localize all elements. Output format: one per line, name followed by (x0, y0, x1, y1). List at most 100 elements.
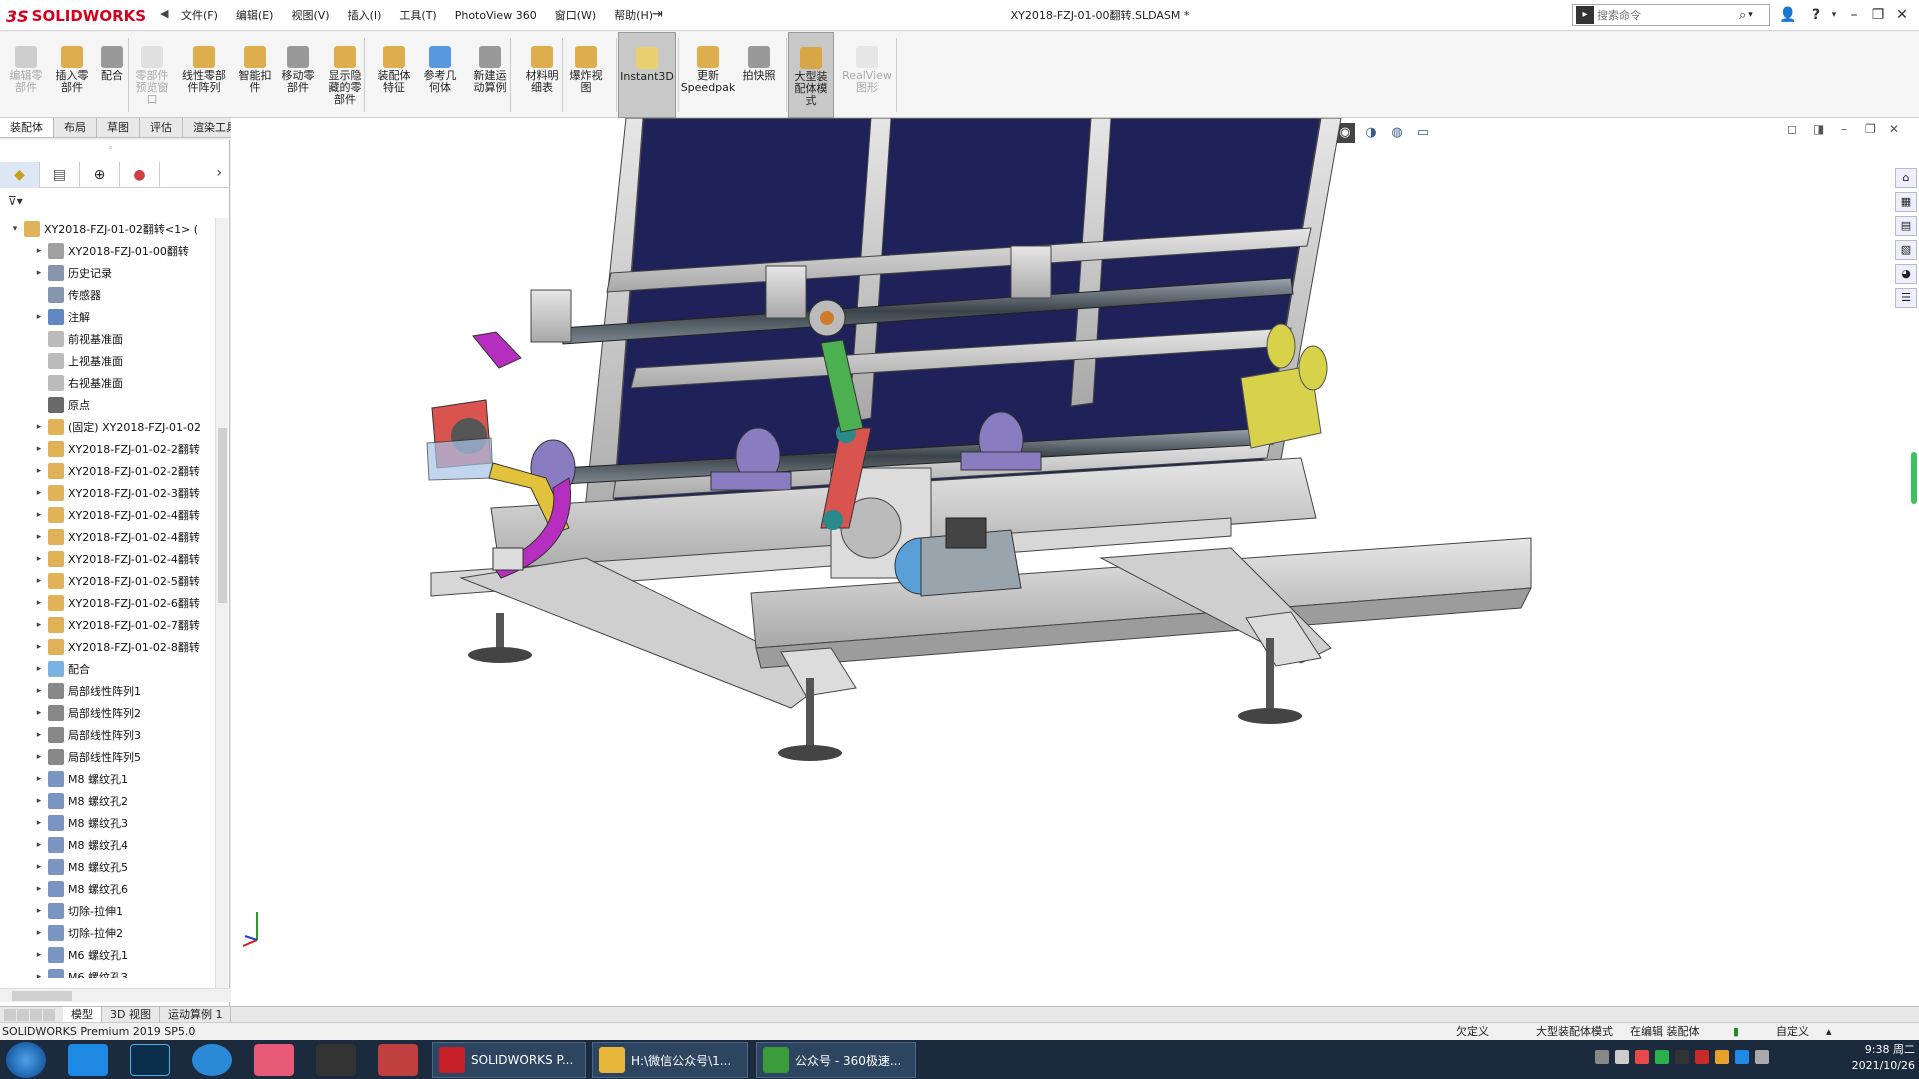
tree-node[interactable]: ▸ XY2018-FZJ-01-02-7翻转 (0, 614, 215, 636)
expand-arrow-icon[interactable]: ▸ (34, 730, 44, 740)
volume-icon[interactable] (1755, 1050, 1769, 1064)
tree-node[interactable]: 右视基准面 (0, 372, 215, 394)
menu-collapse-icon[interactable]: ◀ (160, 7, 168, 20)
tree-node[interactable]: ▸ XY2018-FZJ-01-02-2翻转 (0, 460, 215, 482)
tree-hscrollbar[interactable] (0, 988, 230, 1002)
tree-node[interactable]: ▸ 局部线性阵列5 (0, 746, 215, 768)
command-tab[interactable]: 布局 (54, 118, 97, 137)
tree-node[interactable]: ▸ 局部线性阵列2 (0, 702, 215, 724)
panel-grip-icon[interactable]: ◦ (108, 144, 113, 154)
expand-arrow-icon[interactable]: ▸ (34, 576, 44, 586)
expand-arrow-icon[interactable]: ▸ (34, 796, 44, 806)
ribbon-button[interactable]: 编辑零 部件 (6, 32, 46, 118)
expand-arrow-icon[interactable]: ▸ (34, 884, 44, 894)
expand-arrow-icon[interactable]: ▸ (34, 246, 44, 256)
expand-arrow-icon[interactable]: ▸ (34, 928, 44, 938)
expand-arrow-icon[interactable]: ▸ (34, 818, 44, 828)
menu-item[interactable]: 视图(V) (282, 0, 338, 31)
tray-obs-icon[interactable] (1675, 1050, 1689, 1064)
tree-node[interactable]: ▸ XY2018-FZJ-01-02-4翻转 (0, 548, 215, 570)
ribbon-button[interactable]: 更新 Speedpak (680, 32, 736, 118)
tree-node[interactable]: ▸ 注解 (0, 306, 215, 328)
tree-node[interactable]: ▸ (固定) XY2018-FZJ-01-02 (0, 416, 215, 438)
tree-node[interactable]: ▸ 局部线性阵列3 (0, 724, 215, 746)
tray-orange-icon[interactable] (1715, 1050, 1729, 1064)
tree-node[interactable]: ▸ XY2018-FZJ-01-02-6翻转 (0, 592, 215, 614)
expand-arrow-icon[interactable]: ▸ (34, 598, 44, 608)
tree-node[interactable]: ▸ XY2018-FZJ-01-02-8翻转 (0, 636, 215, 658)
ribbon-button[interactable]: 爆炸视 图 (566, 32, 606, 118)
menu-item[interactable]: 工具(T) (390, 0, 445, 31)
wechat-icon[interactable] (1655, 1050, 1669, 1064)
expand-arrow-icon[interactable]: ▸ (34, 774, 44, 784)
command-tab[interactable]: 草图 (97, 118, 140, 137)
tree-node[interactable]: ▸ XY2018-FZJ-01-02-4翻转 (0, 526, 215, 548)
user-icon[interactable]: 👤 (1776, 4, 1800, 26)
command-tab[interactable]: 评估 (140, 118, 183, 137)
tree-node[interactable]: ▸ M8 螺纹孔5 (0, 856, 215, 878)
pin-icon[interactable]: ⇥ (652, 7, 663, 22)
taskbar-app[interactable]: 公众号 - 360极速... (756, 1042, 916, 1078)
tree-node[interactable]: 传感器 (0, 284, 215, 306)
expand-arrow-icon[interactable]: ▸ (34, 554, 44, 564)
tree-node[interactable]: ▸ XY2018-FZJ-01-02-4翻转 (0, 504, 215, 526)
expand-arrow-icon[interactable]: ▾ (10, 224, 20, 234)
ribbon-button[interactable]: 大型装 配体模 式 (788, 32, 834, 118)
hscrollbar-thumb[interactable] (12, 991, 72, 1001)
ribbon-button[interactable]: 拍快照 (738, 32, 780, 118)
expand-arrow-icon[interactable]: ▸ (34, 510, 44, 520)
tree-node[interactable]: ▸ M8 螺纹孔6 (0, 878, 215, 900)
menu-item[interactable]: 窗口(W) (546, 0, 605, 31)
tree-node[interactable]: 前视基准面 (0, 328, 215, 350)
network-icon[interactable] (1735, 1050, 1749, 1064)
app-icon[interactable] (254, 1044, 294, 1076)
search-dropdown-icon[interactable]: ▾ (1748, 10, 1753, 20)
expand-arrow-icon[interactable]: ▸ (34, 708, 44, 718)
expand-arrow-icon[interactable]: ▸ (34, 950, 44, 960)
tab-appearance-manager[interactable]: ● (120, 162, 160, 188)
tree-node[interactable]: ▸ M8 螺纹孔4 (0, 834, 215, 856)
ribbon-button[interactable]: 智能扣 件 (236, 32, 274, 118)
expand-arrow-icon[interactable]: ▸ (34, 422, 44, 432)
expand-arrow-icon[interactable]: ▸ (34, 532, 44, 542)
ribbon-button[interactable]: 插入零 部件 (50, 32, 94, 118)
ribbon-button[interactable]: 线性零部 件阵列 (176, 32, 232, 118)
expand-arrow-icon[interactable]: ▸ (34, 268, 44, 278)
tab-feature-manager[interactable]: ◆ (0, 162, 40, 188)
restore-icon[interactable]: ❐ (1866, 4, 1890, 26)
search-input[interactable] (1597, 8, 1737, 22)
menu-item[interactable]: PhotoView 360 (446, 0, 546, 31)
taskbar-app[interactable]: SOLIDWORKS P... (432, 1042, 586, 1078)
tree-node[interactable]: ▸ XY2018-FZJ-01-00翻转 (0, 240, 215, 262)
expand-arrow-icon[interactable]: ▸ (34, 466, 44, 476)
menu-item[interactable]: 文件(F) (172, 0, 227, 31)
ribbon-button[interactable]: 显示隐 藏的零 部件 (322, 32, 368, 118)
clock[interactable]: 9:38 周二 2021/10/26 (1852, 1042, 1915, 1078)
baidu-netdisk-icon[interactable] (68, 1044, 108, 1076)
tab-scroll-nav[interactable] (4, 1008, 55, 1021)
search-box[interactable]: ▸ ⌕ ▾ (1572, 4, 1770, 26)
tree-node[interactable]: ▸ 切除-拉伸1 (0, 900, 215, 922)
chevron-right-icon[interactable]: › (216, 165, 222, 181)
ribbon-button[interactable]: 新建运 动算例 (466, 32, 514, 118)
units-custom[interactable]: 自定义 (1776, 1023, 1809, 1041)
photoshop-icon[interactable] (130, 1044, 170, 1076)
tree-scrollbar[interactable] (215, 218, 228, 990)
menu-item[interactable]: 编辑(E) (227, 0, 283, 31)
expand-arrow-icon[interactable]: ▸ (34, 906, 44, 916)
close-icon[interactable]: ✕ (1890, 4, 1914, 26)
tree-node[interactable]: ▸ 配合 (0, 658, 215, 680)
bottom-tab[interactable]: 模型 (63, 1006, 102, 1023)
tree-node[interactable]: ▾ XY2018-FZJ-01-02翻转<1> ( (0, 218, 215, 240)
tree-node[interactable]: ▸ XY2018-FZJ-01-02-2翻转 (0, 438, 215, 460)
minimize-icon[interactable]: – (1842, 4, 1866, 26)
bottom-tab[interactable]: 运动算例 1 (160, 1006, 232, 1023)
assembly-model[interactable] (231, 118, 1919, 1006)
tree-node[interactable]: ▸ M8 螺纹孔3 (0, 812, 215, 834)
ribbon-button[interactable]: 材料明 细表 (520, 32, 564, 118)
units-dropdown-icon[interactable]: ▴ (1826, 1023, 1832, 1041)
taskbar-app[interactable]: H:\微信公众号\1... (592, 1042, 748, 1078)
tree-node[interactable]: 原点 (0, 394, 215, 416)
tree-node[interactable]: ▸ M8 螺纹孔2 (0, 790, 215, 812)
search-icon[interactable]: ⌕ (1739, 8, 1746, 23)
